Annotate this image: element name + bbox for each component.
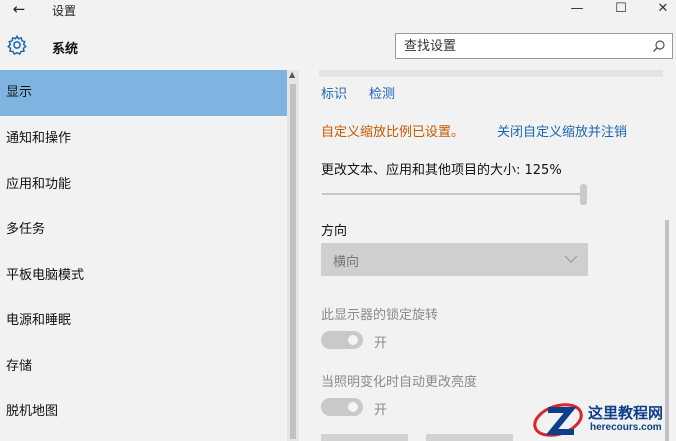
cancel-button[interactable]	[426, 434, 513, 441]
scale-label: 更改文本、应用和其他项目的大小: 125%	[321, 163, 562, 178]
scale-slider-thumb[interactable]	[580, 184, 587, 205]
scale-slider[interactable]	[322, 193, 584, 195]
sidebar-item-tablet-mode[interactable]: 平板电脑模式	[0, 253, 287, 299]
watermark-logo-icon	[533, 403, 583, 437]
toggle-knob	[348, 402, 358, 412]
back-button[interactable]: ←	[8, 0, 30, 20]
rotation-lock-label: 此显示器的锁定旋转	[321, 308, 439, 323]
settings-header: 系统	[0, 22, 676, 70]
title-bar: ← 设置 — ☐ ✕	[0, 0, 676, 22]
sidebar-item-notifications[interactable]: 通知和操作	[0, 116, 287, 162]
window-title: 设置	[52, 4, 77, 18]
auto-brightness-label: 当照明变化时自动更改亮度	[321, 375, 478, 390]
toggle-knob	[348, 335, 358, 345]
identify-link[interactable]: 标识	[321, 83, 347, 102]
sidebar-item-multitasking[interactable]: 多任务	[0, 207, 287, 253]
display-preview	[319, 70, 663, 77]
scroll-up-icon[interactable]: ▲	[289, 70, 295, 79]
watermark-url: herecours.com	[590, 422, 662, 433]
sidebar-item-storage[interactable]: 存储	[0, 344, 287, 390]
watermark-title: 这里教程网	[588, 404, 664, 422]
rotation-lock-state: 开	[374, 336, 388, 351]
page-title: 系统	[52, 42, 79, 57]
minimize-button[interactable]: —	[562, 0, 592, 20]
disable-custom-scale-link[interactable]: 关闭自定义缩放并注销	[497, 121, 627, 140]
sidebar-item-power[interactable]: 电源和睡眠	[0, 298, 287, 344]
search-input[interactable]	[404, 37, 644, 55]
custom-scale-warning: 自定义缩放比例已设置。	[321, 125, 465, 140]
chevron-down-icon	[564, 255, 578, 263]
rotation-lock-toggle[interactable]	[321, 331, 363, 349]
search-box[interactable]	[395, 33, 673, 59]
detect-link[interactable]: 检测	[369, 83, 395, 102]
orientation-value: 横向	[333, 255, 360, 270]
apply-button[interactable]	[321, 434, 408, 441]
watermark: 这里教程网 herecours.com	[530, 398, 676, 441]
sidebar-item-display[interactable]: 显示	[0, 70, 287, 116]
gear-icon	[7, 34, 27, 55]
sidebar-item-offline-maps[interactable]: 脱机地图	[0, 389, 287, 435]
auto-brightness-toggle[interactable]	[321, 398, 363, 416]
auto-brightness-state: 开	[374, 403, 388, 418]
sidebar-scrollbar[interactable]: ▲	[287, 70, 299, 441]
maximize-button[interactable]: ☐	[606, 0, 636, 20]
sidebar-nav: 显示 通知和操作 应用和功能 多任务 平板电脑模式 电源和睡眠 存储 脱机地图	[0, 70, 287, 441]
display-settings-panel: 标识 检测 自定义缩放比例已设置。 关闭自定义缩放并注销 更改文本、应用和其他项…	[299, 70, 676, 441]
orientation-dropdown[interactable]: 横向	[321, 243, 588, 276]
scrollbar-thumb[interactable]	[290, 84, 296, 439]
sidebar-item-apps[interactable]: 应用和功能	[0, 162, 287, 208]
search-icon[interactable]	[652, 39, 666, 53]
close-button[interactable]: ✕	[648, 0, 676, 20]
orientation-label: 方向	[321, 224, 348, 239]
